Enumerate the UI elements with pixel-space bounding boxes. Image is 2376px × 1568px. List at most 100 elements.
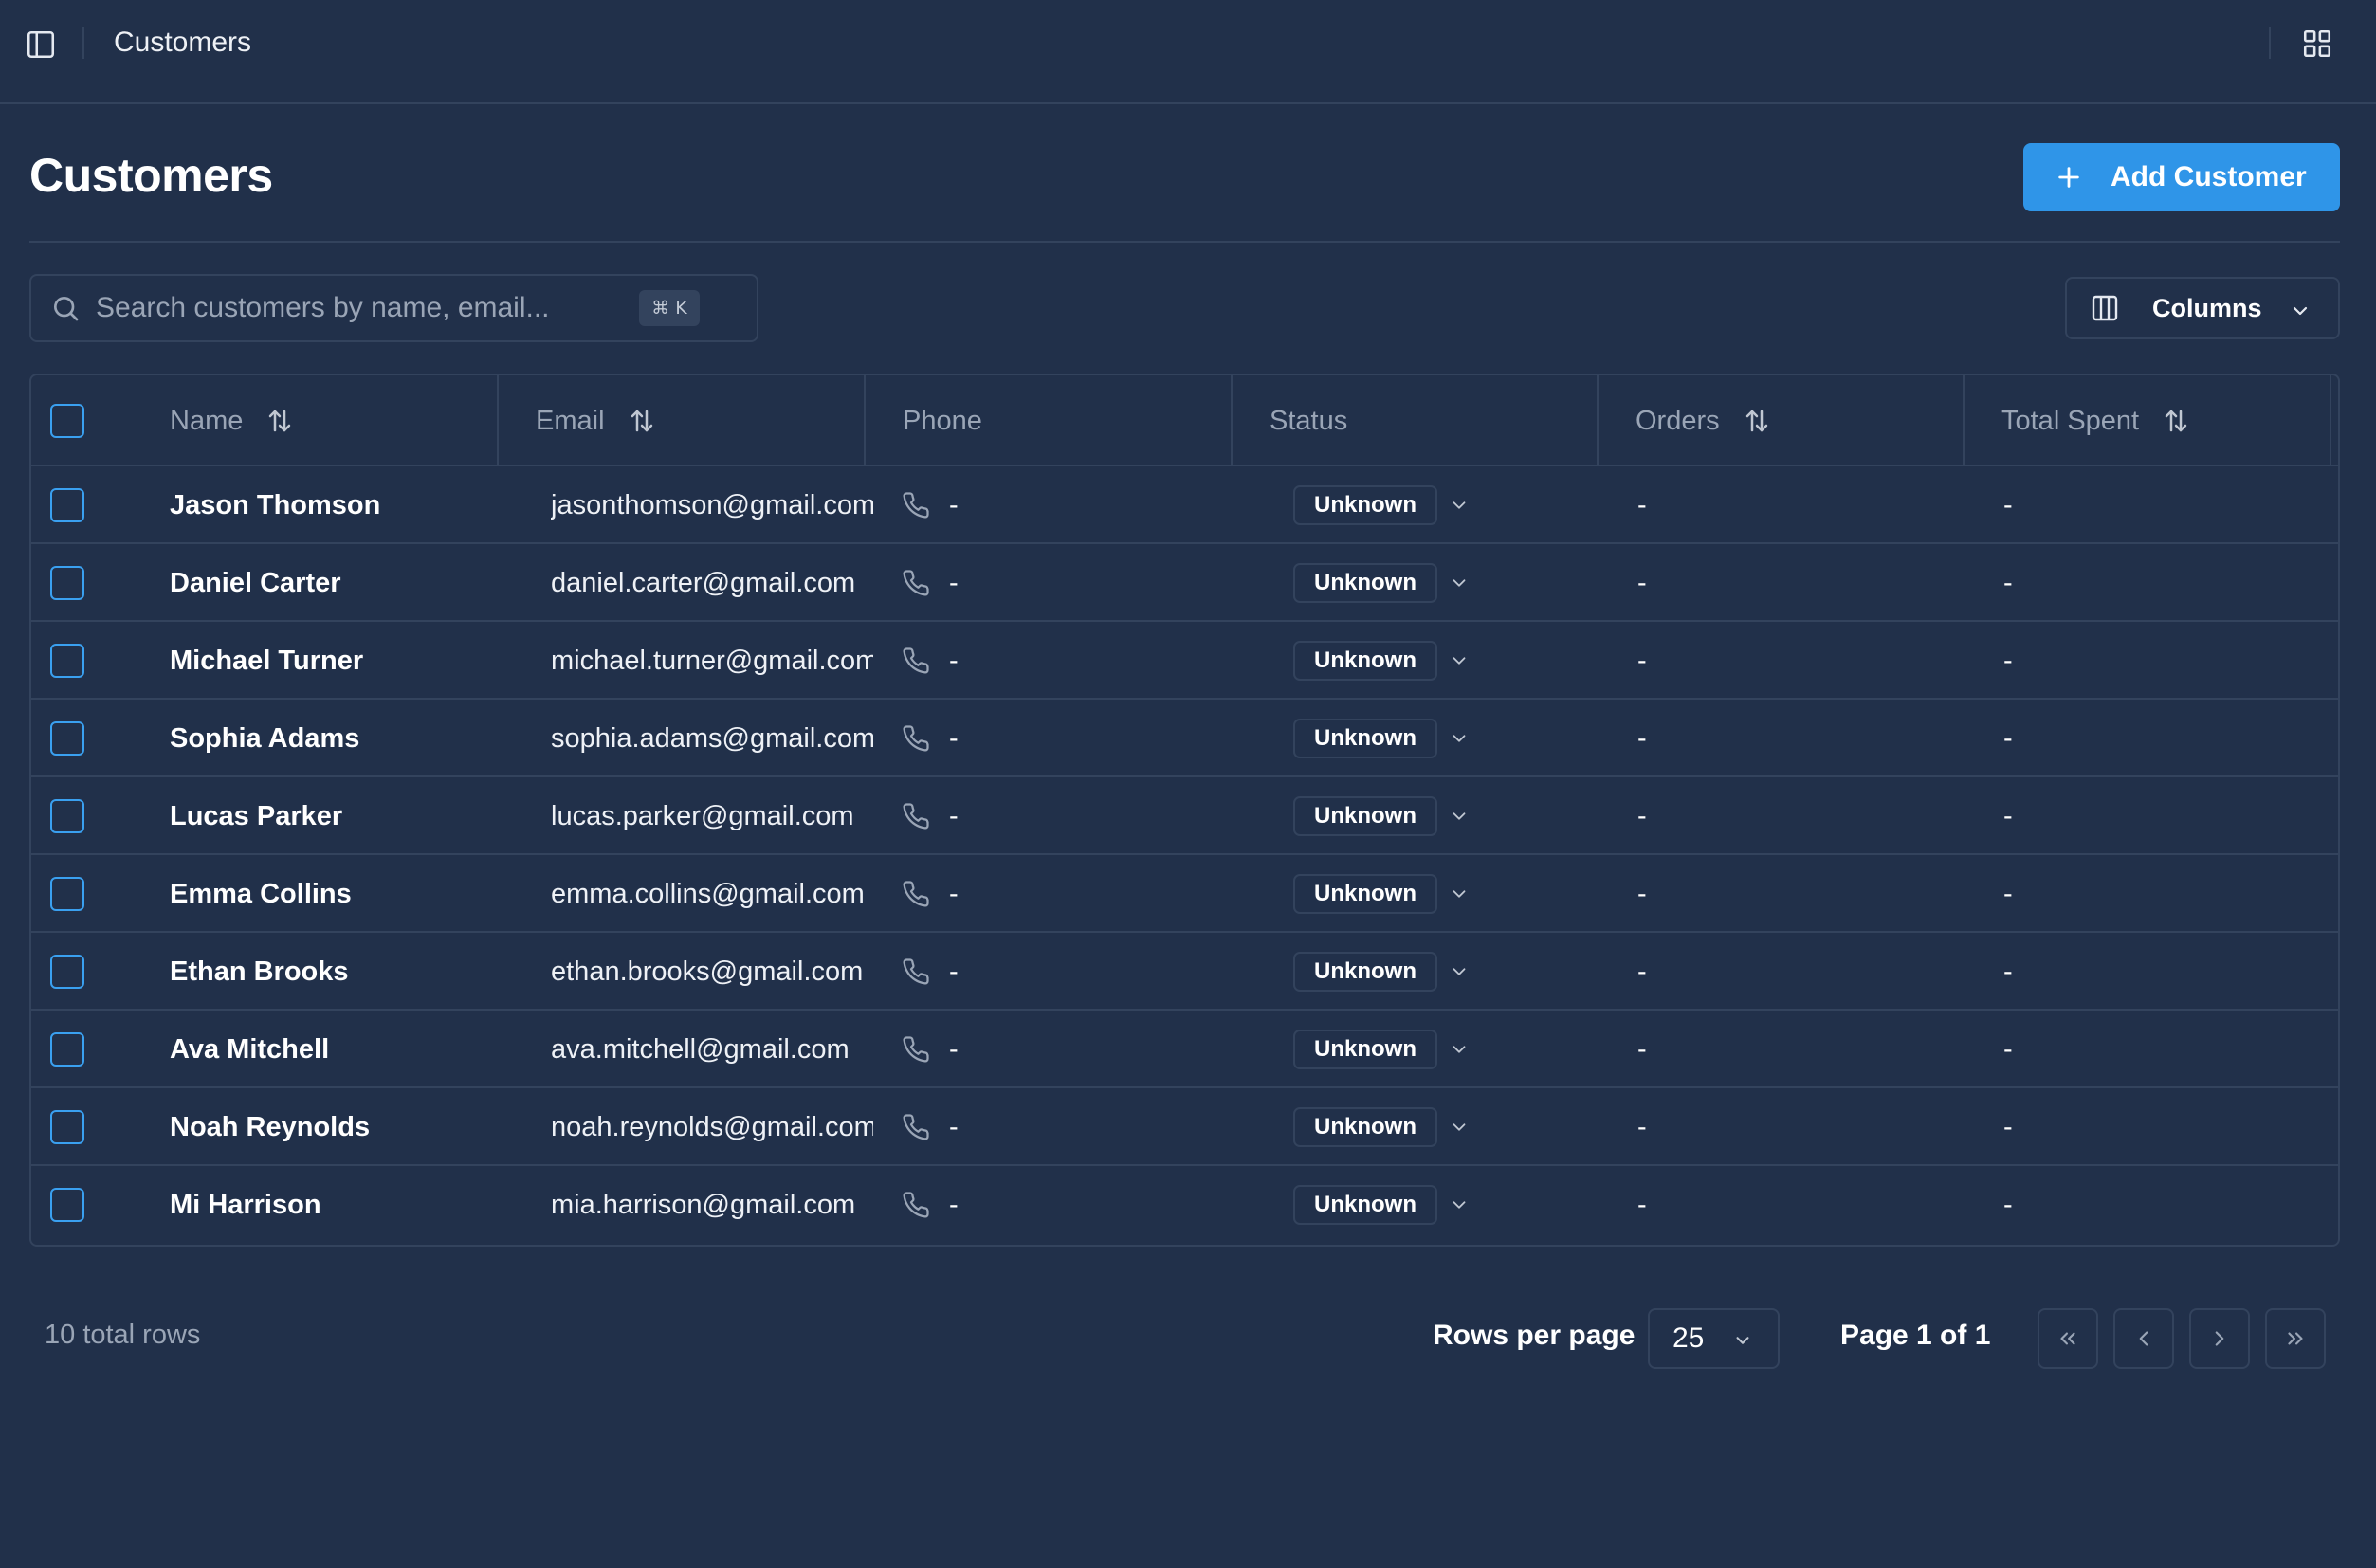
sort-icon[interactable] <box>1743 407 1771 435</box>
sort-icon[interactable] <box>265 407 294 435</box>
table-row[interactable]: Mi Harrison mia.harrison@gmail.com - Unknow… <box>31 1166 2338 1244</box>
search-icon <box>54 297 79 321</box>
phone-cell: - <box>902 1166 959 1244</box>
rows-per-page-label: Rows per page <box>1433 1320 1636 1351</box>
columns-button[interactable]: Columns <box>2065 277 2340 339</box>
customer-orders: - <box>1637 878 1647 909</box>
add-customer-button[interactable]: Add Customer <box>2023 143 2340 211</box>
status-badge[interactable]: Unknown <box>1293 641 1437 681</box>
chevron-down-icon[interactable] <box>1449 1194 1470 1215</box>
row-checkbox[interactable] <box>50 1032 84 1067</box>
status-badge[interactable]: Unknown <box>1293 719 1437 758</box>
customer-total-spent: - <box>2003 645 2013 676</box>
status-cell: Unknown <box>1293 933 1470 1011</box>
status-badge[interactable]: Unknown <box>1293 485 1437 525</box>
status-badge[interactable]: Unknown <box>1293 796 1437 836</box>
column-header-email[interactable]: Email <box>536 375 656 466</box>
column-divider <box>864 375 866 466</box>
row-checkbox[interactable] <box>50 488 84 522</box>
column-header-label: Status <box>1270 405 1348 436</box>
chevron-down-icon <box>1736 1337 1749 1344</box>
customer-email: sophia.adams@gmail.com <box>551 722 873 754</box>
column-header-label: Total Spent <box>2001 405 2140 436</box>
rows-per-page-select[interactable]: 25 <box>1648 1308 1780 1369</box>
chevron-down-icon[interactable] <box>1449 650 1470 671</box>
table-row[interactable]: Michael Turner michael.turner@gmail.com - U… <box>31 622 2338 700</box>
row-checkbox[interactable] <box>50 566 84 600</box>
table-row[interactable]: Emma Collins emma.collins@gmail.com - Unkno… <box>31 855 2338 933</box>
table-header: Name Email Phone Status Orders Total Spe… <box>31 375 2338 466</box>
select-all-checkbox[interactable] <box>50 404 84 438</box>
phone-icon <box>903 1036 929 1063</box>
status-badge[interactable]: Unknown <box>1293 1107 1437 1147</box>
table-row[interactable]: Sophia Adams sophia.adams@gmail.com - Unkno… <box>31 700 2338 777</box>
phone-icon <box>903 570 929 596</box>
chevron-down-icon[interactable] <box>1449 806 1470 827</box>
keyboard-shortcut-badge: ⌘ K <box>639 290 700 326</box>
column-header-orders[interactable]: Orders <box>1636 375 1771 466</box>
last-page-button[interactable] <box>2265 1308 2326 1369</box>
status-cell: Unknown <box>1293 622 1470 700</box>
status-cell: Unknown <box>1293 777 1470 855</box>
table-row[interactable]: Jason Thomson jasonthomson@gmail.com - Unkn… <box>31 466 2338 544</box>
customer-name: Jason Thomson <box>170 489 381 520</box>
column-divider <box>2330 375 2331 466</box>
row-checkbox[interactable] <box>50 877 84 911</box>
row-checkbox[interactable] <box>50 721 84 756</box>
next-page-button[interactable] <box>2189 1308 2250 1369</box>
phone-icon <box>903 1114 929 1140</box>
customer-orders: - <box>1637 956 1647 987</box>
table-row[interactable]: Daniel Carter daniel.carter@gmail.com - Unk… <box>31 544 2338 622</box>
row-checkbox[interactable] <box>50 799 84 833</box>
phone-cell: - <box>902 855 959 933</box>
customer-orders: - <box>1637 567 1647 598</box>
status-cell: Unknown <box>1293 1166 1470 1244</box>
first-page-button[interactable] <box>2038 1308 2098 1369</box>
column-header-name[interactable]: Name <box>170 375 294 466</box>
columns-icon <box>2092 295 2118 321</box>
chevron-down-icon[interactable] <box>1449 573 1470 593</box>
customer-email: lucas.parker@gmail.com <box>551 800 854 831</box>
chevron-down-icon[interactable] <box>1449 495 1470 516</box>
column-header-total-spent[interactable]: Total Spent <box>2001 375 2190 466</box>
status-badge[interactable]: Unknown <box>1293 1030 1437 1069</box>
status-badge[interactable]: Unknown <box>1293 563 1437 603</box>
column-header-label: Email <box>536 405 605 436</box>
plus-icon <box>2058 167 2079 188</box>
sort-icon[interactable] <box>628 407 656 435</box>
table-row[interactable]: Ava Mitchell ava.mitchell@gmail.com - Unkno… <box>31 1011 2338 1088</box>
previous-page-button[interactable] <box>2113 1308 2174 1369</box>
status-badge[interactable]: Unknown <box>1293 1185 1437 1225</box>
column-divider <box>1597 375 1599 466</box>
customer-phone: - <box>949 878 959 909</box>
table-row[interactable]: Lucas Parker lucas.parker@gmail.com - Unkno… <box>31 777 2338 855</box>
row-checkbox[interactable] <box>50 1110 84 1144</box>
row-checkbox[interactable] <box>50 955 84 989</box>
table-row[interactable]: Noah Reynolds noah.reynolds@gmail.com - Unk… <box>31 1088 2338 1166</box>
chevron-right-icon <box>2215 1331 2224 1346</box>
table-row[interactable]: Ethan Brooks ethan.brooks@gmail.com - Unkno… <box>31 933 2338 1011</box>
chevron-down-icon[interactable] <box>1449 1039 1470 1060</box>
row-checkbox[interactable] <box>50 644 84 678</box>
sidebar-toggle-icon[interactable] <box>25 28 57 61</box>
customer-phone: - <box>949 1111 959 1142</box>
phone-cell: - <box>902 700 959 777</box>
status-badge[interactable]: Unknown <box>1293 952 1437 992</box>
customer-name: Ava Mitchell <box>170 1033 330 1065</box>
column-header-phone: Phone <box>903 375 982 466</box>
column-header-label: Name <box>170 405 244 436</box>
chevron-down-icon[interactable] <box>1449 728 1470 749</box>
phone-cell: - <box>902 933 959 1011</box>
sort-icon[interactable] <box>2162 407 2190 435</box>
header-divider <box>29 241 2340 243</box>
row-checkbox[interactable] <box>50 1188 84 1222</box>
status-badge[interactable]: Unknown <box>1293 874 1437 914</box>
chevron-down-icon[interactable] <box>1449 1117 1470 1138</box>
phone-icon <box>903 958 929 985</box>
customer-orders: - <box>1637 800 1647 831</box>
phone-cell: - <box>902 777 959 855</box>
search-input[interactable] <box>96 292 627 324</box>
chevron-down-icon[interactable] <box>1449 884 1470 904</box>
chevron-down-icon[interactable] <box>1449 961 1470 982</box>
grid-icon[interactable] <box>2301 27 2333 60</box>
